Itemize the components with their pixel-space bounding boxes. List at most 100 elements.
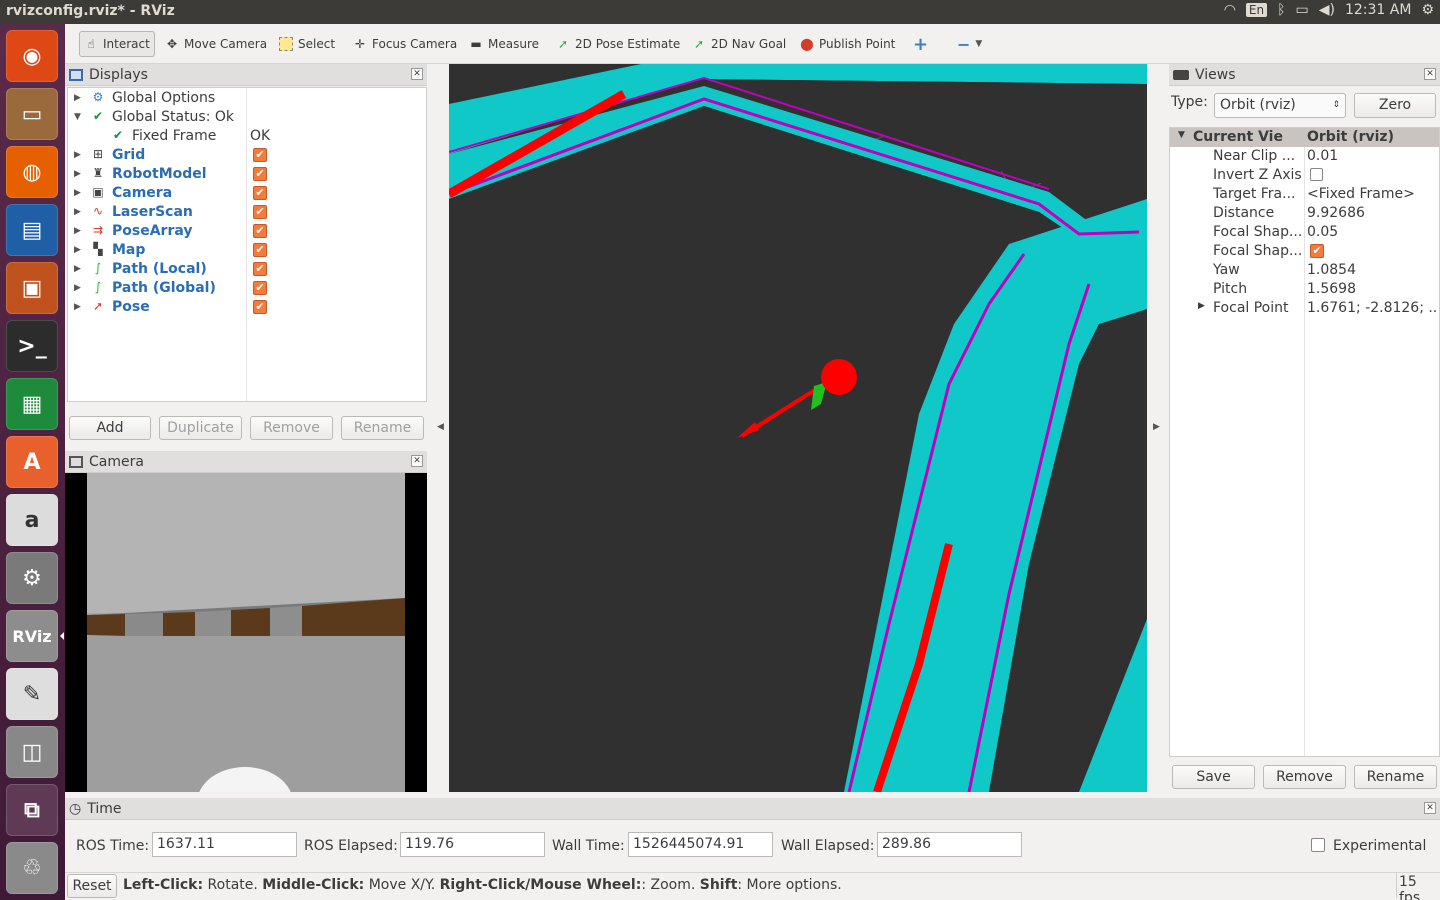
launcher-editor-icon[interactable]: ✎: [6, 668, 58, 720]
keyboard-layout-indicator[interactable]: En: [1245, 3, 1268, 17]
ros-elapsed-field[interactable]: 119.76: [400, 832, 545, 857]
launcher-workspaces-icon[interactable]: ⧉: [6, 784, 58, 836]
enabled-checkbox[interactable]: ✔: [253, 166, 267, 181]
select-tool-button[interactable]: Select: [275, 31, 339, 57]
expand-right-icon[interactable]: ▶: [74, 150, 81, 160]
display-item[interactable]: ▶ ∫ Path (Local) ✔: [68, 259, 426, 278]
launcher-impress-icon[interactable]: ▣: [6, 262, 58, 314]
remove-view-button[interactable]: Remove: [1263, 765, 1346, 789]
gear-icon[interactable]: ⚙: [1421, 2, 1434, 18]
expand-right-icon[interactable]: ▶: [74, 226, 81, 236]
close-icon[interactable]: ✕: [1424, 802, 1436, 814]
wifi-icon[interactable]: ◠: [1224, 2, 1236, 18]
display-item[interactable]: ▶ ⚙ Global Options: [68, 88, 426, 107]
collapse-left-arrow-icon[interactable]: ◀: [437, 422, 444, 432]
displays-tree[interactable]: ▶ ⚙ Global Options ▼ ✔ Global Status: Ok ✔ Fixe…: [67, 87, 427, 402]
launcher-files-icon[interactable]: ▭: [6, 88, 58, 140]
expand-right-icon[interactable]: ▶: [74, 169, 81, 179]
view-property-row[interactable]: Focal Shap... ✔: [1170, 242, 1439, 261]
publish-point-tool-button[interactable]: ⬤ Publish Point: [796, 31, 899, 57]
enabled-checkbox[interactable]: ✔: [253, 204, 267, 219]
3d-render-viewport[interactable]: [449, 64, 1147, 792]
current-view-header[interactable]: ▼ Current View Orbit (rviz): [1170, 128, 1439, 147]
expand-right-icon[interactable]: ▶: [74, 207, 81, 217]
remove-display-button[interactable]: Remove: [250, 416, 333, 440]
close-icon[interactable]: ✕: [1424, 68, 1436, 80]
view-property-row[interactable]: Pitch 1.5698: [1170, 280, 1439, 299]
expand-right-icon[interactable]: ▶: [74, 245, 81, 255]
volume-icon[interactable]: ◀): [1319, 2, 1335, 18]
view-property-row[interactable]: Yaw 1.0854: [1170, 261, 1439, 280]
add-tool-button[interactable]: +: [909, 31, 932, 57]
enabled-checkbox[interactable]: ✔: [253, 280, 267, 295]
display-item[interactable]: ▶ ∫ Path (Global) ✔: [68, 278, 426, 297]
display-item[interactable]: ▶ ▚ Map ✔: [68, 240, 426, 259]
expand-down-icon[interactable]: ▼: [1178, 130, 1185, 140]
launcher-firefox-icon[interactable]: ◍: [6, 146, 58, 198]
clock[interactable]: 12:31 AM: [1345, 2, 1411, 18]
view-property-row[interactable]: Focal Shap... 0.05: [1170, 223, 1439, 242]
display-item[interactable]: ▶ ∿ LaserScan ✔: [68, 202, 426, 221]
interact-tool-button[interactable]: ☝ Interact: [79, 31, 155, 57]
collapse-right-arrow-icon[interactable]: ▶: [1153, 422, 1160, 432]
camera-image-view[interactable]: [65, 473, 427, 792]
launcher-software-icon[interactable]: A: [6, 436, 58, 488]
display-item[interactable]: ▶ ⇉ PoseArray ✔: [68, 221, 426, 240]
bluetooth-icon[interactable]: ᛒ: [1277, 2, 1285, 18]
rename-view-button[interactable]: Rename: [1354, 765, 1437, 789]
enabled-checkbox[interactable]: ✔: [253, 223, 267, 238]
enabled-checkbox[interactable]: ✔: [253, 242, 267, 257]
reset-button[interactable]: Reset: [67, 874, 117, 898]
view-property-row[interactable]: Near Clip ... 0.01: [1170, 147, 1439, 166]
zero-view-button[interactable]: Zero: [1354, 93, 1436, 118]
wall-elapsed-field[interactable]: 289.86: [877, 832, 1022, 857]
launcher-ubuntu-icon[interactable]: ◉: [6, 30, 58, 82]
expand-right-icon[interactable]: ▶: [74, 188, 81, 198]
enabled-checkbox[interactable]: ✔: [253, 299, 267, 314]
expand-right-icon[interactable]: ▶: [74, 283, 81, 293]
enabled-checkbox[interactable]: ✔: [253, 147, 267, 162]
launcher-settings-icon[interactable]: ⚙: [6, 552, 58, 604]
nav-goal-tool-button[interactable]: ➚ 2D Nav Goal: [688, 31, 790, 57]
duplicate-display-button[interactable]: Duplicate: [159, 416, 242, 440]
enabled-checkbox[interactable]: ✔: [253, 261, 267, 276]
close-icon[interactable]: ✕: [411, 68, 423, 80]
launcher-calc-icon[interactable]: ▦: [6, 378, 58, 430]
measure-tool-button[interactable]: ▬ Measure: [465, 31, 543, 57]
save-view-button[interactable]: Save: [1172, 765, 1255, 789]
ros-time-field[interactable]: 1637.11: [152, 832, 297, 857]
view-type-select[interactable]: Orbit (rviz) ⇕: [1214, 93, 1346, 118]
expand-right-icon[interactable]: ▶: [74, 302, 81, 312]
focus-camera-tool-button[interactable]: ✛ Focus Camera: [349, 31, 461, 57]
display-item[interactable]: ▶ ➚ Pose ✔: [68, 297, 426, 316]
view-property-row[interactable]: ▶ Focal Point 1.6761; -2.8126; ...: [1170, 299, 1439, 318]
expand-right-icon[interactable]: ▶: [1198, 301, 1205, 311]
expand-down-icon[interactable]: ▼: [74, 112, 81, 122]
launcher-terminal-icon[interactable]: >_: [6, 320, 58, 372]
display-item[interactable]: ▶ ⊞ Grid ✔: [68, 145, 426, 164]
move-camera-tool-button[interactable]: ✥ Move Camera: [161, 31, 271, 57]
display-item[interactable]: ▶ ♜ RobotModel ✔: [68, 164, 426, 183]
launcher-screenshot-icon[interactable]: ◫: [6, 726, 58, 778]
expand-right-icon[interactable]: ▶: [74, 264, 81, 274]
launcher-amazon-icon[interactable]: a: [6, 494, 58, 546]
display-item[interactable]: ▶ ▣ Camera ✔: [68, 183, 426, 202]
expand-right-icon[interactable]: ▶: [74, 93, 81, 103]
view-property-row[interactable]: Invert Z Axis: [1170, 166, 1439, 185]
display-item[interactable]: ✔ Fixed Frame OK: [68, 126, 426, 145]
launcher-rviz-icon[interactable]: RViz: [6, 610, 64, 662]
wall-time-field[interactable]: 1526445074.91: [628, 832, 773, 857]
focal-shape-checkbox[interactable]: ✔: [1310, 244, 1324, 258]
close-icon[interactable]: ✕: [411, 455, 423, 467]
view-property-row[interactable]: Distance 9.92686: [1170, 204, 1439, 223]
launcher-trash-icon[interactable]: ♲: [6, 842, 58, 894]
rename-display-button[interactable]: Rename: [341, 416, 424, 440]
remove-tool-button[interactable]: − ▼: [953, 31, 986, 57]
experimental-checkbox[interactable]: [1311, 838, 1325, 852]
invert-z-checkbox[interactable]: [1310, 168, 1323, 181]
view-property-row[interactable]: Target Fra... <Fixed Frame>: [1170, 185, 1439, 204]
enabled-checkbox[interactable]: ✔: [253, 185, 267, 200]
pose-estimate-tool-button[interactable]: ➚ 2D Pose Estimate: [552, 31, 684, 57]
battery-icon[interactable]: ▭: [1296, 2, 1309, 18]
views-property-tree[interactable]: ▼ Current View Orbit (rviz) Near Clip ... 0.…: [1169, 127, 1440, 757]
